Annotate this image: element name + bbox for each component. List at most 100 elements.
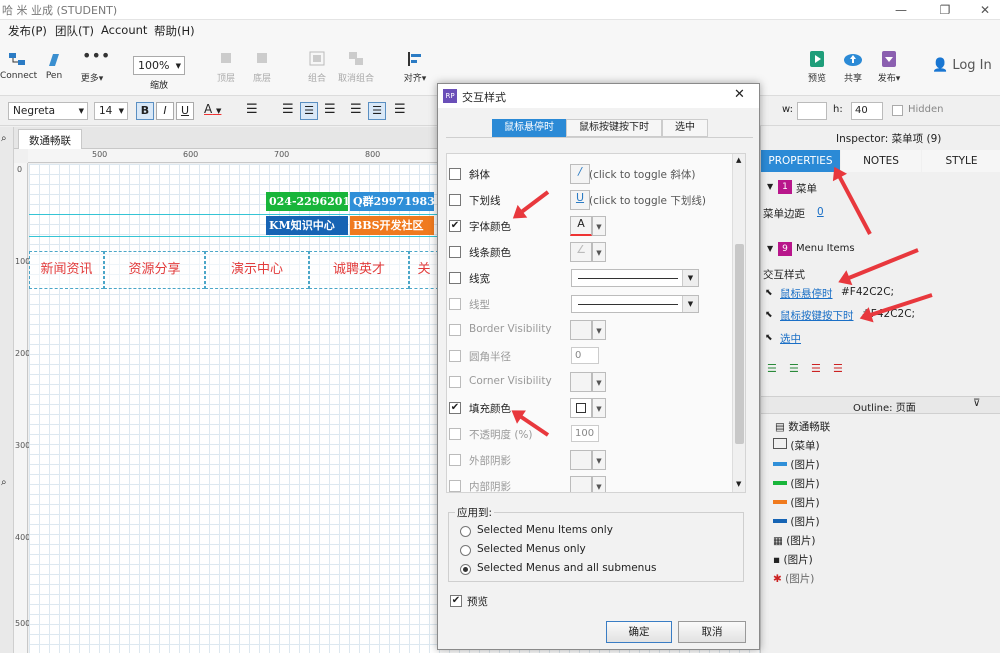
outline-item[interactable]: (菜单) [773,438,820,453]
border-visibility-checkbox[interactable] [449,324,461,336]
line-color-dropdown-icon[interactable]: ▼ [592,242,606,262]
menu-item[interactable]: 关 [409,251,439,289]
outline-item[interactable]: ▪ (图片) [773,552,813,567]
bullets-icon[interactable]: ☰ [246,102,258,117]
minimize-icon[interactable]: — [888,1,914,19]
menu-item[interactable]: 资源分享 [104,251,205,289]
mousedown-style-link[interactable]: 鼠标按键按下时 [780,308,854,323]
selected-style-link[interactable]: 选中 [780,331,801,346]
restore-icon[interactable]: ❐ [932,1,958,19]
more-tool[interactable]: ••• 更多▾ [78,48,111,85]
add-item-icon[interactable]: ☰ [767,362,777,375]
font-color-dropdown-icon[interactable]: ▼ [592,216,606,236]
login-button[interactable]: 👤 Log In [932,58,992,73]
fill-color-swatch[interactable] [570,398,592,418]
outer-shadow-checkbox[interactable] [449,454,461,466]
line-color-checkbox[interactable] [449,246,461,258]
align-center-icon[interactable]: ☰ [300,102,318,120]
km-tag[interactable]: KM知识中心 [266,216,348,235]
corner-visibility-dropdown-icon[interactable]: ▼ [592,372,606,392]
line-width-select[interactable]: ▼ [571,269,699,287]
opacity-checkbox[interactable] [449,428,461,440]
line-style-checkbox[interactable] [449,298,461,310]
outline-item[interactable]: ✱ (图片) [773,571,814,586]
bbs-tag[interactable]: BBS开发社区 [350,216,434,235]
font-color-checkbox[interactable]: ✔ [449,220,461,232]
scroll-down-icon[interactable]: ▼ [736,480,741,488]
height-input[interactable]: 40 [851,102,883,120]
search-icon[interactable]: ⌕ [1,133,7,144]
cancel-button[interactable]: 取消 [678,621,746,643]
menu-item[interactable]: 演示中心 [205,251,309,289]
remove-sub-item-icon[interactable]: ☰ [833,362,843,375]
property-list-scrollbar[interactable]: ▲ ▼ [732,154,745,492]
align-right-icon[interactable]: ☰ [324,102,336,117]
tab-mousedown[interactable]: 鼠标按键按下时 [566,119,662,137]
fill-color-checkbox[interactable]: ✔ [449,402,461,414]
text-color-button[interactable]: A ▼ [204,102,232,120]
corner-radius-checkbox[interactable] [449,350,461,362]
corner-visibility-swatch[interactable] [570,372,592,392]
preview-checkbox[interactable]: ✔ [450,595,462,607]
hidden-checkbox[interactable] [892,105,903,116]
outline-item[interactable]: (图片) [773,495,820,510]
zoom-select[interactable]: 100% ▼ [133,56,185,75]
valign-middle-icon[interactable]: ☰ [368,102,386,120]
bring-top-button[interactable]: 顶层 [212,50,240,84]
outline-item[interactable]: (图片) [773,457,820,472]
italic-toggle-icon[interactable]: / [570,164,590,184]
ungroup-button[interactable]: 取消组合 [336,50,376,84]
menu-help[interactable]: 帮助(H) [154,23,195,39]
font-color-swatch[interactable]: A [570,216,592,236]
tab-hover[interactable]: 鼠标悬停时 [492,119,566,137]
apply-radio-menus-only[interactable] [460,545,471,556]
outer-shadow-dropdown-icon[interactable]: ▼ [592,450,606,470]
align-button[interactable]: 对齐▾ [400,50,430,84]
menu-item[interactable]: 诚聘英才 [309,251,409,289]
page-tab[interactable]: 数通畅联 [18,129,82,149]
tab-notes[interactable]: NOTES [841,150,921,172]
corner-radius-input[interactable]: 0 [571,347,599,364]
hover-style-link[interactable]: 鼠标悬停时 [780,286,833,301]
valign-top-icon[interactable]: ☰ [350,102,362,117]
line-color-swatch[interactable]: ∠ [570,242,592,262]
align-left-icon[interactable]: ☰ [282,102,294,117]
menu-padding-value[interactable]: 0 [817,206,824,218]
inner-shadow-swatch[interactable] [570,476,592,492]
outline-root[interactable]: ▤ 数通畅联 [775,419,830,434]
inner-shadow-dropdown-icon[interactable]: ▼ [592,476,606,492]
border-visibility-swatch[interactable] [570,320,592,340]
italic-button[interactable]: I [156,102,174,120]
line-style-select[interactable]: ▼ [571,295,699,313]
italic-checkbox[interactable] [449,168,461,180]
ok-button[interactable]: 确定 [606,621,672,643]
tab-selected[interactable]: 选中 [662,119,708,137]
menu-team[interactable]: 团队(T) [55,23,94,39]
send-bottom-button[interactable]: 底层 [248,50,276,84]
opacity-input[interactable]: 100 [571,425,599,442]
underline-toggle-icon[interactable]: U [570,190,590,210]
phone-tag[interactable]: 024-22962011 [266,192,348,211]
delete-item-icon[interactable]: ☰ [811,362,821,375]
menu-publish[interactable]: 发布(P) [8,23,47,39]
font-size-select[interactable]: 14 ▼ [94,102,128,120]
tab-style[interactable]: STYLE [922,150,1000,172]
collapse-icon[interactable]: ▼ [767,244,773,253]
collapse-icon[interactable]: ▼ [767,182,773,191]
line-width-checkbox[interactable] [449,272,461,284]
outer-shadow-swatch[interactable] [570,450,592,470]
close-window-icon[interactable]: ✕ [972,1,998,19]
scrollbar-thumb[interactable] [735,244,744,444]
corner-visibility-checkbox[interactable] [449,376,461,388]
width-input[interactable] [797,102,827,120]
pen-tool[interactable]: Pen [40,50,68,81]
border-visibility-dropdown-icon[interactable]: ▼ [592,320,606,340]
apply-radio-items-only[interactable] [460,526,471,537]
preview-button[interactable]: 预览 [803,50,831,84]
dialog-close-icon[interactable]: ✕ [734,87,745,102]
scroll-up-icon[interactable]: ▲ [736,156,741,164]
filter-icon[interactable]: ⊽ [973,398,980,409]
underline-checkbox[interactable] [449,194,461,206]
group-button[interactable]: 组合 [300,50,334,84]
menu-item[interactable]: 新闻资讯 [29,251,104,289]
